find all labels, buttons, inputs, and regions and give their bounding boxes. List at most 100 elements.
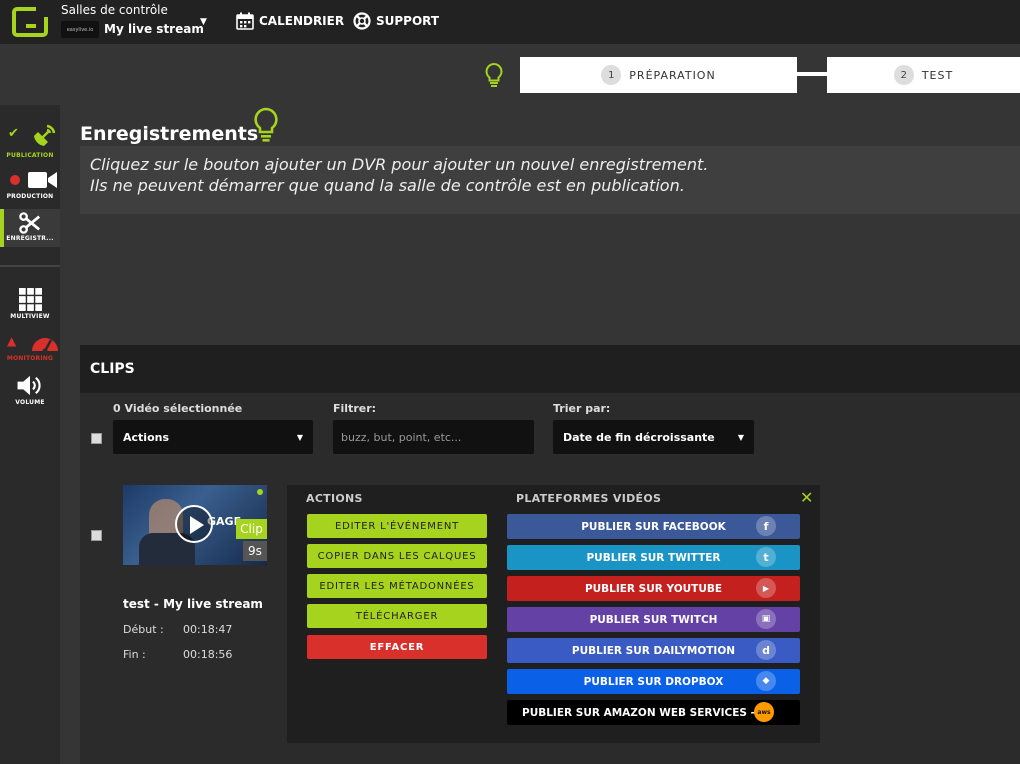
- nav-calendar[interactable]: CALENDRIER: [236, 12, 344, 30]
- grid-icon: [18, 288, 42, 311]
- clip-start-time: 00:18:47: [183, 623, 233, 636]
- publish-label: PUBLIER SUR FACEBOOK: [581, 520, 726, 533]
- selected-text: Vidéo sélectionnée: [124, 402, 243, 415]
- sidebar-item-label: MONITORING: [6, 355, 54, 362]
- clip-name: test - My live stream: [123, 597, 263, 611]
- sort-label: Trier par:: [553, 402, 611, 415]
- publish-dropbox-button[interactable]: PUBLIER SUR DROPBOX ◆: [507, 669, 800, 694]
- sidebar-item-production[interactable]: PRODUCTION: [0, 169, 60, 200]
- filter-label: Filtrer:: [333, 402, 377, 415]
- publish-label: PUBLIER SUR AMAZON WEB SERVICES -: [522, 706, 755, 719]
- selected-count-label: 0 Vidéo sélectionnée: [113, 402, 242, 415]
- lightbulb-icon[interactable]: [253, 107, 279, 143]
- platforms-heading: PLATEFORMES VIDÉOS: [516, 492, 662, 505]
- sidebar-item-label: PRODUCTION: [6, 193, 54, 200]
- clip-thumbnail[interactable]: GAGE Clip 9s: [123, 485, 267, 565]
- live-dot-icon: [257, 489, 263, 495]
- sidebar: [0, 105, 60, 764]
- publish-label: PUBLIER SUR TWITCH: [589, 613, 718, 626]
- top-bar: Salles de contrôle easylive.io My live s…: [0, 0, 1020, 44]
- clip-end-time: 00:18:56: [183, 648, 233, 661]
- publish-label: PUBLIER SUR DROPBOX: [583, 675, 724, 688]
- caret-down-icon: ▼: [296, 432, 303, 442]
- sort-select[interactable]: Date de fin décroissante ▼: [553, 420, 754, 454]
- recordings-info-line: Ils ne peuvent démarrer que quand la sal…: [90, 176, 685, 195]
- clip-badge: Clip: [236, 519, 267, 539]
- dropbox-icon: ◆: [756, 671, 776, 691]
- play-icon[interactable]: [175, 505, 213, 543]
- satellite-icon: [34, 124, 56, 146]
- sidebar-item-label: VOLUME: [15, 399, 45, 406]
- publish-label: PUBLIER SUR YOUTUBE: [584, 582, 723, 595]
- step-test[interactable]: 2 TEST: [827, 57, 1020, 93]
- sidebar-item-label: PUBLICATION: [6, 152, 54, 159]
- room-logo: easylive.io: [61, 21, 99, 38]
- clips-panel: CLIPS 0 Vidéo sélectionnée Filtrer: Trie…: [80, 345, 1020, 764]
- gauge-icon: [32, 338, 58, 354]
- sidebar-item-monitoring[interactable]: ▲ MONITORING: [0, 331, 60, 362]
- actions-select[interactable]: Actions ▼: [113, 420, 313, 454]
- publish-dailymotion-button[interactable]: PUBLIER SUR DAILYMOTION d: [507, 638, 800, 663]
- step-number: 2: [893, 65, 914, 85]
- actions-heading: ACTIONS: [306, 492, 363, 505]
- sidebar-item-label: ENREGISTR...: [6, 235, 54, 242]
- sort-select-value: Date de fin décroissante: [563, 430, 715, 444]
- room-selector-caret-icon[interactable]: ▼: [200, 17, 207, 27]
- twitch-icon: ▣: [756, 609, 776, 629]
- lightbulb-icon[interactable]: [484, 62, 504, 88]
- step-label: PRÉPARATION: [629, 68, 716, 82]
- nav-support-label: SUPPORT: [376, 14, 440, 28]
- clip-checkbox[interactable]: [91, 530, 102, 541]
- sidebar-item-multiview[interactable]: MULTIVIEW: [0, 288, 60, 320]
- step-preparation[interactable]: 1 PRÉPARATION: [520, 57, 797, 93]
- dailymotion-icon: d: [756, 640, 776, 660]
- lifebuoy-icon: [353, 12, 371, 30]
- copy-to-layers-button[interactable]: COPIER DANS LES CALQUES: [307, 544, 487, 568]
- warning-icon: ▲: [7, 334, 17, 348]
- download-button[interactable]: TÉLÉCHARGER: [307, 604, 487, 628]
- clip-actions-panel: ACTIONS PLATEFORMES VIDÉOS ✕ EDITER L'ÉV…: [287, 485, 820, 743]
- room-name[interactable]: My live stream: [104, 22, 204, 36]
- publish-facebook-button[interactable]: PUBLIER SUR FACEBOOK f: [507, 514, 800, 539]
- publish-youtube-button[interactable]: PUBLIER SUR YOUTUBE ▶: [507, 576, 800, 601]
- twitter-icon: t: [756, 547, 776, 567]
- nav-calendar-label: CALENDRIER: [259, 14, 345, 28]
- check-icon: ✔: [8, 126, 19, 141]
- youtube-icon: ▶: [756, 578, 776, 598]
- publish-twitter-button[interactable]: PUBLIER SUR TWITTER t: [507, 545, 800, 570]
- clips-title: CLIPS: [90, 361, 135, 377]
- edit-metadata-button[interactable]: EDITER LES MÉTADONNÉES: [307, 574, 487, 598]
- publish-twitch-button[interactable]: PUBLIER SUR TWITCH ▣: [507, 607, 800, 632]
- app-logo-icon[interactable]: [12, 7, 48, 37]
- recordings-info: Cliquez sur le bouton ajouter un DVR pou…: [80, 146, 1020, 214]
- edit-event-button[interactable]: EDITER L'ÉVÉNEMENT: [307, 514, 487, 538]
- facebook-icon: f: [756, 516, 776, 536]
- sidebar-item-publication[interactable]: ✔ PUBLICATION: [0, 124, 60, 159]
- calendar-icon: [236, 12, 254, 30]
- recordings-info-line: Cliquez sur le bouton ajouter un DVR pou…: [90, 155, 709, 174]
- step-connector: [796, 72, 828, 76]
- clip-start-label: Début :: [123, 623, 164, 636]
- delete-button[interactable]: EFFACER: [307, 635, 487, 659]
- actions-select-value: Actions: [123, 430, 169, 444]
- publish-aws-button[interactable]: PUBLIER SUR AMAZON WEB SERVICES - aws: [507, 700, 800, 725]
- clip-end-label: Fin :: [123, 648, 146, 661]
- speaker-icon: [17, 375, 41, 396]
- publish-label: PUBLIER SUR TWITTER: [586, 551, 721, 564]
- sidebar-item-volume[interactable]: VOLUME: [0, 374, 60, 406]
- scissors-icon: [19, 212, 41, 234]
- nav-support[interactable]: SUPPORT: [353, 12, 439, 30]
- clip-duration: 9s: [243, 541, 267, 561]
- close-icon[interactable]: ✕: [800, 488, 813, 507]
- recording-dot-icon: [10, 175, 20, 185]
- filter-input[interactable]: buzz, but, point, etc...: [333, 420, 534, 454]
- step-label: TEST: [921, 68, 954, 82]
- recordings-title: Enregistrements: [80, 123, 259, 145]
- sidebar-item-recordings[interactable]: ENREGISTR...: [0, 212, 60, 242]
- aws-icon: aws: [754, 702, 774, 722]
- publish-label: PUBLIER SUR DAILYMOTION: [571, 644, 736, 657]
- clips-header: CLIPS: [80, 345, 1020, 393]
- select-all-checkbox[interactable]: [91, 433, 102, 444]
- sidebar-separator: [0, 265, 60, 267]
- step-number: 1: [601, 65, 622, 85]
